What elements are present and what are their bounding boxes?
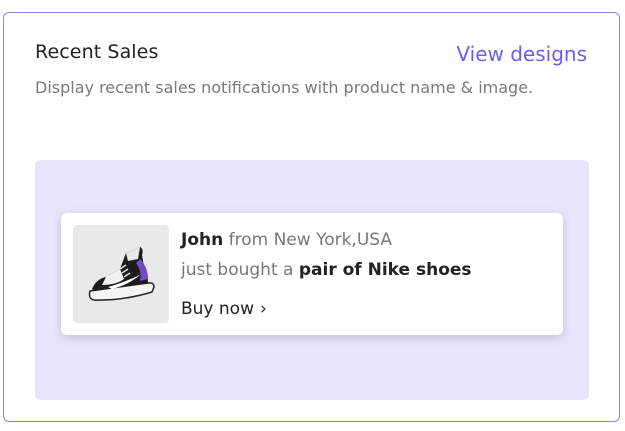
chevron-right-icon: › [259, 299, 267, 319]
customer-name: John [181, 230, 224, 250]
recent-sales-card: Recent Sales View designs Display recent… [3, 12, 620, 422]
sales-notification-popup: John from New York,USA just bought a pai… [61, 213, 563, 335]
customer-location: from New York,USA [228, 230, 393, 250]
product-name: pair of Nike shoes [298, 260, 472, 280]
view-designs-link[interactable]: View designs [456, 42, 587, 66]
card-description: Display recent sales notifications with … [35, 78, 534, 97]
notification-customer-line: John from New York,USA [181, 230, 392, 250]
notification-product-line: just bought a pair of Nike shoes [181, 260, 472, 280]
sneaker-image [88, 247, 155, 301]
buy-now-button[interactable]: Buy now › [181, 299, 267, 319]
buy-now-label: Buy now [181, 299, 254, 319]
card-title: Recent Sales [35, 41, 159, 63]
product-thumbnail [73, 225, 169, 323]
action-text: just bought a [181, 260, 294, 280]
notification-preview-area: John from New York,USA just bought a pai… [35, 160, 589, 400]
